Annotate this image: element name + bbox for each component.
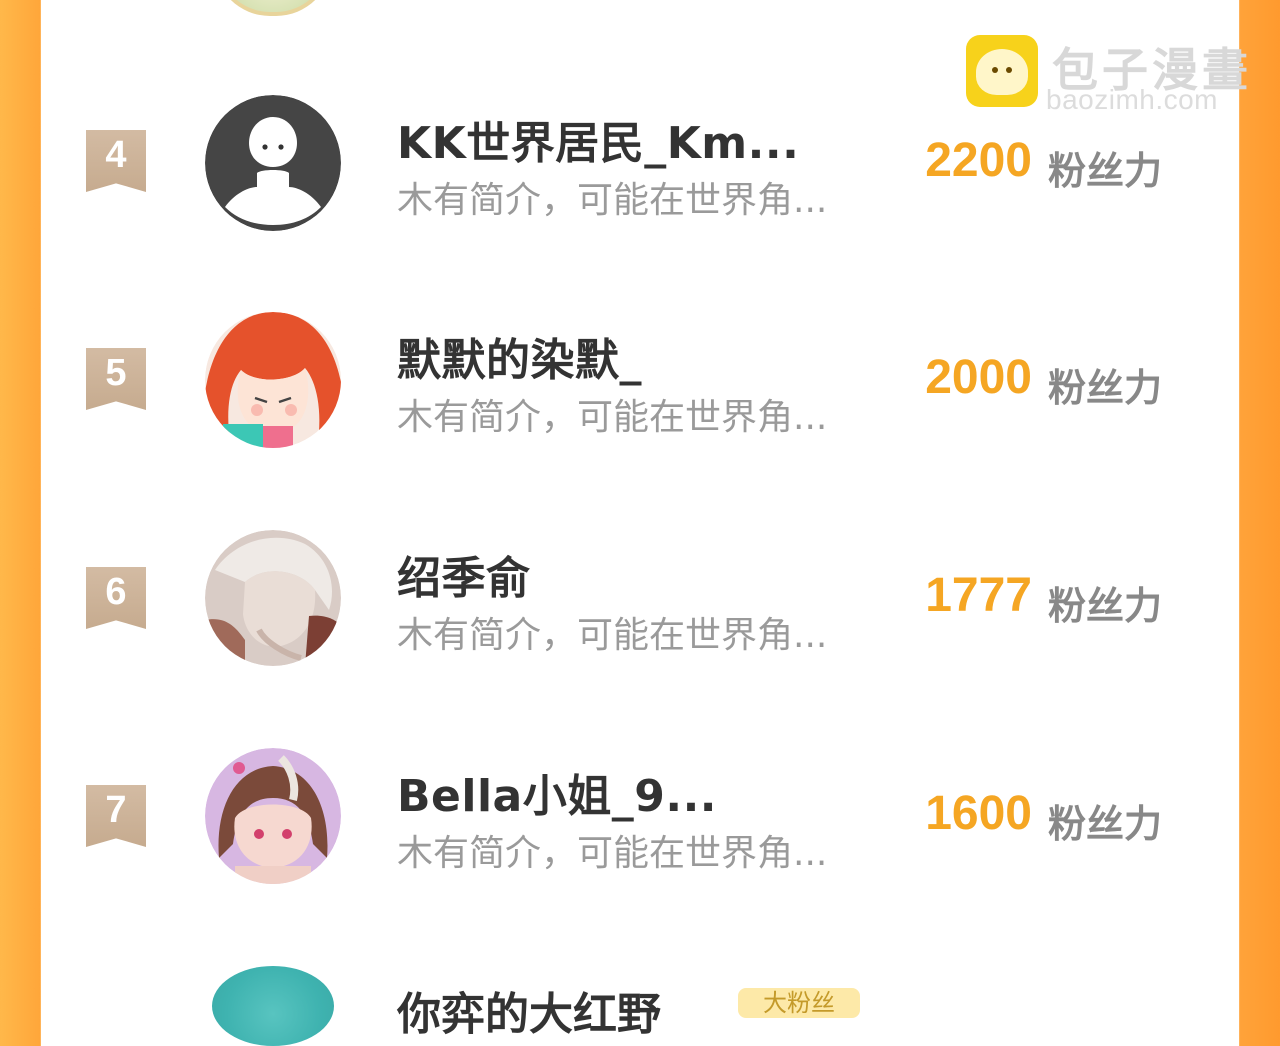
user-name[interactable]: Bella小姐_9...: [397, 760, 717, 824]
user-name[interactable]: 绍季俞: [397, 542, 531, 606]
fan-score-unit: 粉丝力: [1048, 802, 1163, 846]
user-avatar[interactable]: [205, 312, 341, 448]
user-bio: 木有简介，可能在世界角...: [397, 180, 828, 221]
user-name[interactable]: 默默的染默_: [397, 324, 642, 388]
fan-score-unit: 粉丝力: [1048, 149, 1163, 193]
user-name[interactable]: KK世界居民_Km...: [397, 107, 799, 171]
rank-row[interactable]: 4 KK世界居民_Km... 木有简介，可能在世界角... 2200 粉丝力: [0, 95, 1280, 255]
rank-row[interactable]: 6 绍季俞 木有简介，可能在世界角... 1777 粉丝力: [0, 530, 1280, 690]
user-bio: 木有简介，可能在世界角...: [397, 615, 828, 656]
user-avatar[interactable]: [205, 748, 341, 884]
user-avatar[interactable]: [205, 530, 341, 666]
rank-badge: 6: [86, 567, 146, 629]
user-name-partial[interactable]: 你弈的大红野: [397, 978, 661, 1042]
rank-badge: 5: [86, 348, 146, 410]
user-avatar[interactable]: [205, 95, 341, 231]
rank-badge: 4: [86, 130, 146, 192]
fan-score-unit: 粉丝力: [1048, 584, 1163, 628]
user-bio: 木有简介，可能在世界角...: [397, 833, 828, 874]
rank-row[interactable]: 7 Bella小姐_9... 木有简介，可能在世界角... 1600 粉丝力: [0, 748, 1280, 908]
user-avatar-partial[interactable]: [212, 966, 334, 1046]
rank-badge: 7: [86, 785, 146, 847]
user-bio: 木有简介，可能在世界角...: [397, 397, 828, 438]
rank-row[interactable]: 5 默默的染默_ 木有简介，可能在世界角... 2000 粉丝力: [0, 312, 1280, 472]
fan-score: 1600: [925, 787, 1032, 840]
fan-score: 2000: [925, 351, 1032, 404]
fan-score-unit: 粉丝力: [1048, 366, 1163, 410]
fan-score: 1777: [925, 569, 1032, 622]
fan-score: 2200: [925, 134, 1032, 187]
fan-tag-badge: 大粉丝: [738, 988, 860, 1018]
